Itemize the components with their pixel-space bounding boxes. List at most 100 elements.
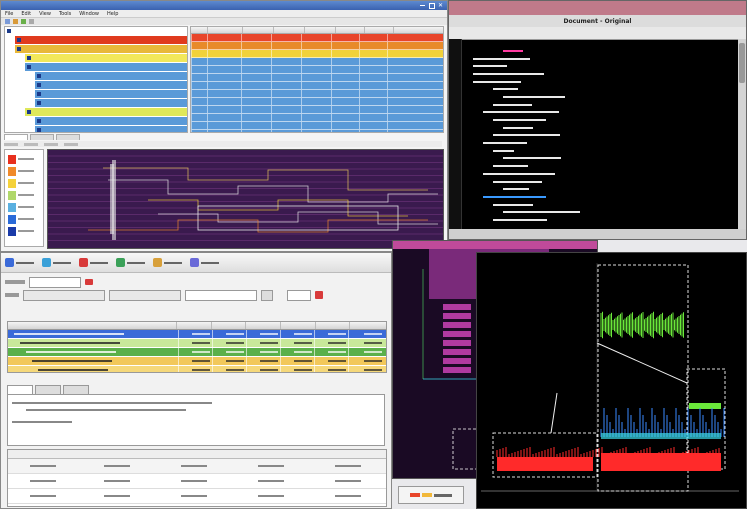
scrollbar-thumb[interactable] <box>739 43 745 83</box>
toolbar-button[interactable] <box>79 258 108 267</box>
search-input[interactable] <box>23 289 105 301</box>
table-row[interactable] <box>191 66 443 74</box>
tree-item[interactable] <box>15 36 187 45</box>
table-cell <box>387 34 415 41</box>
table-row[interactable] <box>8 348 386 357</box>
tab[interactable] <box>4 134 28 140</box>
table-cell <box>301 58 331 65</box>
column-header[interactable] <box>314 322 350 329</box>
table-row[interactable] <box>191 50 443 58</box>
table-cell <box>359 114 387 121</box>
table-row[interactable] <box>8 366 386 372</box>
heatmap-background <box>48 150 443 248</box>
table-row[interactable] <box>191 106 443 114</box>
summary-cell <box>155 495 232 497</box>
tree-item[interactable] <box>5 27 187 36</box>
toolbar-button[interactable] <box>42 258 71 267</box>
toolbar-item[interactable] <box>24 142 38 146</box>
menu-item[interactable]: View <box>39 11 51 17</box>
table-row[interactable] <box>8 330 386 339</box>
column-header[interactable] <box>273 27 304 33</box>
column-header[interactable] <box>207 27 242 33</box>
timeline-titlebar[interactable] <box>393 241 597 249</box>
menu-item[interactable]: Tools <box>59 11 71 17</box>
tab[interactable] <box>63 385 89 394</box>
table-cell <box>191 34 207 41</box>
maximize-icon[interactable] <box>428 2 435 9</box>
table-row[interactable] <box>191 90 443 98</box>
toolbar-item[interactable] <box>44 142 58 146</box>
scope-dropdown[interactable] <box>109 289 181 301</box>
table-row[interactable] <box>191 98 443 106</box>
column-header[interactable] <box>304 27 335 33</box>
menu-item[interactable]: Window <box>79 11 99 17</box>
code-editor[interactable] <box>463 47 725 227</box>
table-row[interactable] <box>191 34 443 42</box>
toolbar-button[interactable] <box>153 258 182 267</box>
table-row[interactable] <box>8 357 386 366</box>
menu-item[interactable]: Help <box>107 11 118 17</box>
tree-item[interactable] <box>25 63 187 72</box>
table-row[interactable] <box>8 339 386 348</box>
tab[interactable] <box>35 385 61 394</box>
tab[interactable] <box>56 134 80 140</box>
toolbar-icon[interactable] <box>21 19 26 24</box>
toolbar-item[interactable] <box>4 142 18 146</box>
column-header[interactable] <box>210 322 246 329</box>
tree-item[interactable] <box>35 81 187 90</box>
summary-row <box>8 459 386 474</box>
toolbar-button[interactable] <box>5 258 34 267</box>
column-header[interactable] <box>176 322 211 329</box>
tree-item[interactable] <box>35 99 187 108</box>
tree-item[interactable] <box>25 108 187 117</box>
table-row[interactable] <box>191 58 443 66</box>
column-header[interactable] <box>335 27 364 33</box>
table-cell <box>359 74 387 81</box>
table-cell <box>241 50 271 57</box>
toolbar-button[interactable] <box>190 258 219 267</box>
option-dropdown[interactable] <box>287 289 311 301</box>
vertical-scrollbar[interactable] <box>738 39 746 229</box>
toolbar-icon[interactable] <box>5 19 10 24</box>
tab[interactable] <box>7 385 33 394</box>
table-row[interactable] <box>191 82 443 90</box>
toolbar-icon[interactable] <box>13 19 18 24</box>
search-bar <box>1 288 391 302</box>
table-row[interactable] <box>191 42 443 50</box>
tree-item[interactable] <box>25 54 187 63</box>
timeline-heatmap[interactable] <box>47 149 444 249</box>
code-line <box>463 55 725 63</box>
table-row[interactable] <box>191 114 443 122</box>
toolbar-button[interactable] <box>116 258 145 267</box>
table-row[interactable] <box>191 130 443 132</box>
column-header[interactable] <box>349 322 386 329</box>
table-cell <box>387 50 415 57</box>
toolbar-icon[interactable] <box>29 19 34 24</box>
filter-dropdown[interactable] <box>29 276 81 288</box>
column-header[interactable] <box>364 27 393 33</box>
tree-window-titlebar[interactable]: ✕ <box>1 1 447 10</box>
column-header[interactable] <box>393 27 422 33</box>
source-titlebar[interactable] <box>449 1 746 15</box>
column-header[interactable] <box>245 322 280 329</box>
trace-plot[interactable] <box>477 253 747 509</box>
tree-item[interactable] <box>35 117 187 126</box>
filter-chip[interactable] <box>85 279 93 285</box>
tab[interactable] <box>30 134 54 140</box>
menu-item[interactable]: Edit <box>21 11 31 17</box>
value-input[interactable] <box>185 289 257 301</box>
tree-item[interactable] <box>35 90 187 99</box>
tree-item[interactable] <box>35 126 187 132</box>
tree-item[interactable] <box>35 72 187 81</box>
clear-icon[interactable] <box>315 291 323 299</box>
menu-item[interactable]: File <box>5 11 13 17</box>
table-row[interactable] <box>191 122 443 130</box>
close-icon[interactable]: ✕ <box>438 2 443 9</box>
minimize-icon[interactable] <box>419 5 425 6</box>
column-header[interactable] <box>280 322 315 329</box>
column-header[interactable] <box>242 27 273 33</box>
toolbar-item[interactable] <box>64 142 78 146</box>
table-row[interactable] <box>191 74 443 82</box>
go-button[interactable] <box>261 289 273 301</box>
tree-item[interactable] <box>15 45 187 54</box>
